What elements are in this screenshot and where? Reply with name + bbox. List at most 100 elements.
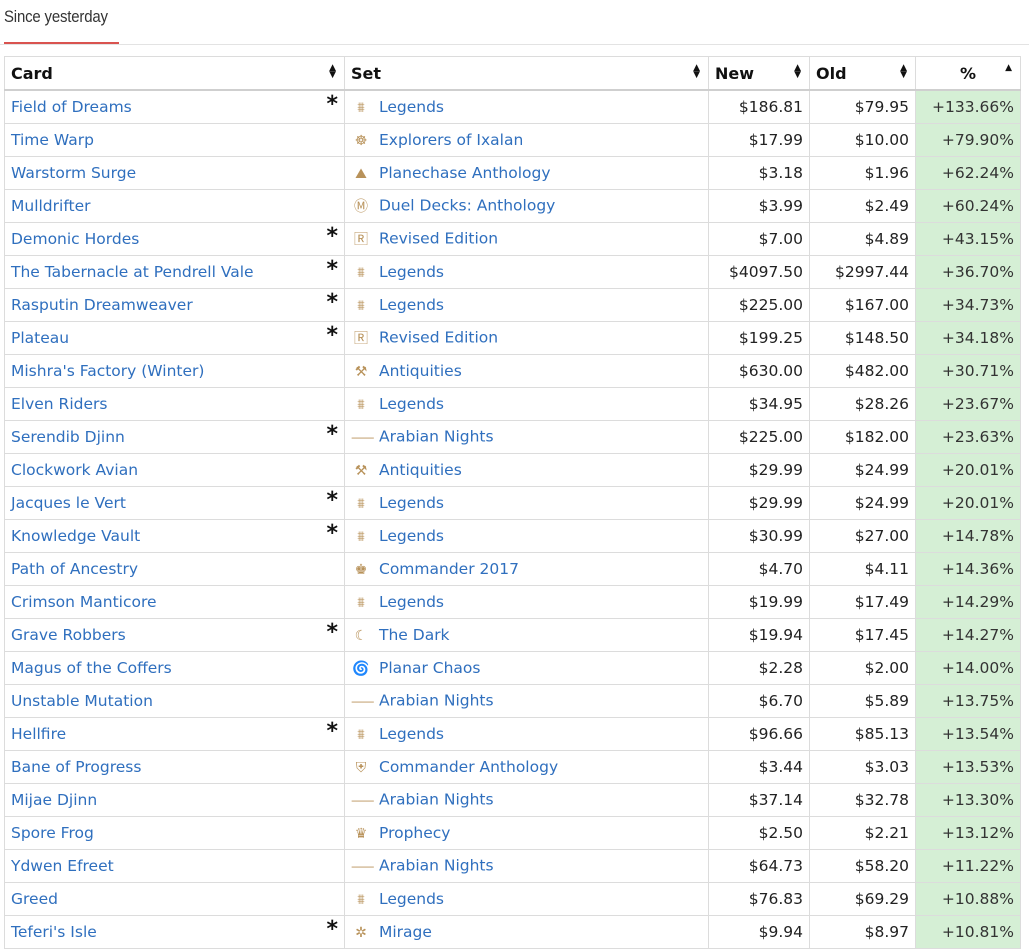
set-link[interactable]: Antiquities (379, 362, 462, 380)
set-link[interactable]: Legends (379, 494, 444, 512)
table-row: Path of Ancestry ♚ Commander 2017 $4.70 $4.1… (4, 552, 1021, 586)
tab-since-yesterday[interactable]: Since yesterday (4, 7, 108, 27)
table-row: Serendib Djinn * ⸺ Arabian Nights $225.00 $18… (4, 420, 1021, 454)
column-icon: ⩩ (357, 726, 365, 743)
scimitar-icon: ⸺ (351, 793, 375, 809)
set-link[interactable]: Commander 2017 (379, 560, 519, 578)
card-link[interactable]: Elven Riders (11, 395, 107, 413)
sort-both-icon: ▲ ▼ (900, 63, 907, 80)
sun-icon: ☸ (354, 132, 368, 149)
header-set-label: Set (351, 63, 382, 83)
old-price: $2997.44 (809, 255, 916, 289)
set-link[interactable]: Legends (379, 395, 444, 413)
set-link[interactable]: Planechase Anthology (379, 164, 551, 182)
set-link[interactable]: Mirage (379, 923, 432, 941)
percent-change: +14.78% (915, 519, 1021, 553)
card-link[interactable]: Spore Frog (11, 824, 94, 842)
table-row: Crimson Manticore ⩩ Legends $19.99 $17.49 +14… (4, 585, 1021, 619)
set-link[interactable]: Planar Chaos (379, 659, 480, 677)
set-link[interactable]: Arabian Nights (379, 428, 494, 446)
set-link[interactable]: Legends (379, 296, 444, 314)
card-link[interactable]: Clockwork Avian (11, 461, 138, 479)
percent-change: +133.66% (915, 89, 1021, 124)
sort-both-icon: ▲ ▼ (693, 63, 700, 80)
reserved-list-star-icon: * (326, 290, 338, 315)
header-old[interactable]: Old ▲ ▼ (809, 56, 916, 91)
card-link[interactable]: Greed (11, 890, 58, 908)
card-link[interactable]: Bane of Progress (11, 758, 141, 776)
m-logo-icon: Ⓜ (354, 199, 368, 215)
new-price: $3.99 (708, 189, 810, 223)
new-price: $4.70 (708, 552, 810, 586)
set-link[interactable]: Explorers of Ixalan (379, 131, 523, 149)
card-link[interactable]: Demonic Hordes (11, 230, 139, 248)
set-cell: ☸ Explorers of Ixalan (344, 123, 709, 157)
old-price: $69.29 (809, 882, 916, 916)
header-old-label: Old (816, 63, 847, 83)
reserved-list-star-icon: * (326, 719, 338, 744)
header-card[interactable]: Card ▲ ▼ (4, 56, 345, 91)
set-link[interactable]: Revised Edition (379, 329, 498, 347)
card-link[interactable]: Jacques le Vert (11, 494, 126, 512)
card-cell: Plateau * (4, 321, 345, 355)
card-link[interactable]: Time Warp (11, 131, 94, 149)
header-set[interactable]: Set ▲ ▼ (344, 56, 709, 91)
set-link[interactable]: Arabian Nights (379, 692, 494, 710)
old-price: $79.95 (809, 89, 916, 124)
card-link[interactable]: Magus of the Coffers (11, 659, 172, 677)
set-link[interactable]: Legends (379, 890, 444, 908)
set-cell: ⩩ Legends (344, 255, 709, 289)
set-link[interactable]: Legends (379, 263, 444, 281)
set-cell: ⩩ Legends (344, 288, 709, 322)
header-pct[interactable]: % ▲ (915, 56, 1021, 91)
set-link[interactable]: Legends (379, 593, 444, 611)
set-link[interactable]: Legends (379, 98, 444, 116)
card-cell: Mulldrifter (4, 189, 345, 223)
card-link[interactable]: Warstorm Surge (11, 164, 136, 182)
set-link[interactable]: Commander Anthology (379, 758, 558, 776)
old-price: $2.49 (809, 189, 916, 223)
card-cell: The Tabernacle at Pendrell Vale * (4, 255, 345, 289)
set-link[interactable]: Prophecy (379, 824, 450, 842)
set-link[interactable]: Legends (379, 527, 444, 545)
header-new[interactable]: New ▲ ▼ (708, 56, 810, 91)
card-link[interactable]: Mishra's Factory (Winter) (11, 362, 204, 380)
card-link[interactable]: Field of Dreams (11, 98, 132, 116)
card-link[interactable]: Serendib Djinn (11, 428, 125, 446)
card-link[interactable]: Grave Robbers (11, 626, 126, 644)
card-link[interactable]: Hellfire (11, 725, 66, 743)
crystal-icon: ♛ (354, 825, 368, 842)
card-link[interactable]: Unstable Mutation (11, 692, 153, 710)
set-link[interactable]: Antiquities (379, 461, 462, 479)
card-link[interactable]: Ydwen Efreet (11, 857, 114, 875)
old-price: $24.99 (809, 486, 916, 520)
card-link[interactable]: Path of Ancestry (11, 560, 138, 578)
set-cell: Ⓜ Duel Decks: Anthology (344, 189, 709, 223)
set-link[interactable]: Legends (379, 725, 444, 743)
new-price: $64.73 (708, 849, 810, 883)
card-link[interactable]: Rasputin Dreamweaver (11, 296, 193, 314)
card-link[interactable]: Teferi's Isle (11, 923, 97, 941)
table-row: Unstable Mutation ⸺ Arabian Nights $6.70 $5.… (4, 684, 1021, 718)
card-link[interactable]: Knowledge Vault (11, 527, 140, 545)
set-link[interactable]: The Dark (379, 626, 450, 644)
card-link[interactable]: Plateau (11, 329, 69, 347)
card-link[interactable]: Mulldrifter (11, 197, 91, 215)
table-row: Grave Robbers * ☾ The Dark $19.94 $17.45 +14.2… (4, 618, 1021, 652)
reserved-list-star-icon: * (326, 422, 338, 447)
set-cell: ☾ The Dark (344, 618, 709, 652)
set-link[interactable]: Duel Decks: Anthology (379, 197, 555, 215)
percent-change: +13.30% (915, 783, 1021, 817)
card-link[interactable]: Crimson Manticore (11, 593, 157, 611)
card-link[interactable]: Mijae Djinn (11, 791, 97, 809)
old-price: $85.13 (809, 717, 916, 751)
old-price: $148.50 (809, 321, 916, 355)
set-link[interactable]: Revised Edition (379, 230, 498, 248)
card-link[interactable]: The Tabernacle at Pendrell Vale (11, 263, 254, 281)
set-link[interactable]: Arabian Nights (379, 791, 494, 809)
revised-icon: 🅁 (354, 232, 368, 248)
sort-both-icon: ▲ ▼ (329, 63, 336, 80)
new-price: $2.28 (708, 651, 810, 685)
set-link[interactable]: Arabian Nights (379, 857, 494, 875)
table-row: Ydwen Efreet ⸺ Arabian Nights $64.73 $58.20 +… (4, 849, 1021, 883)
